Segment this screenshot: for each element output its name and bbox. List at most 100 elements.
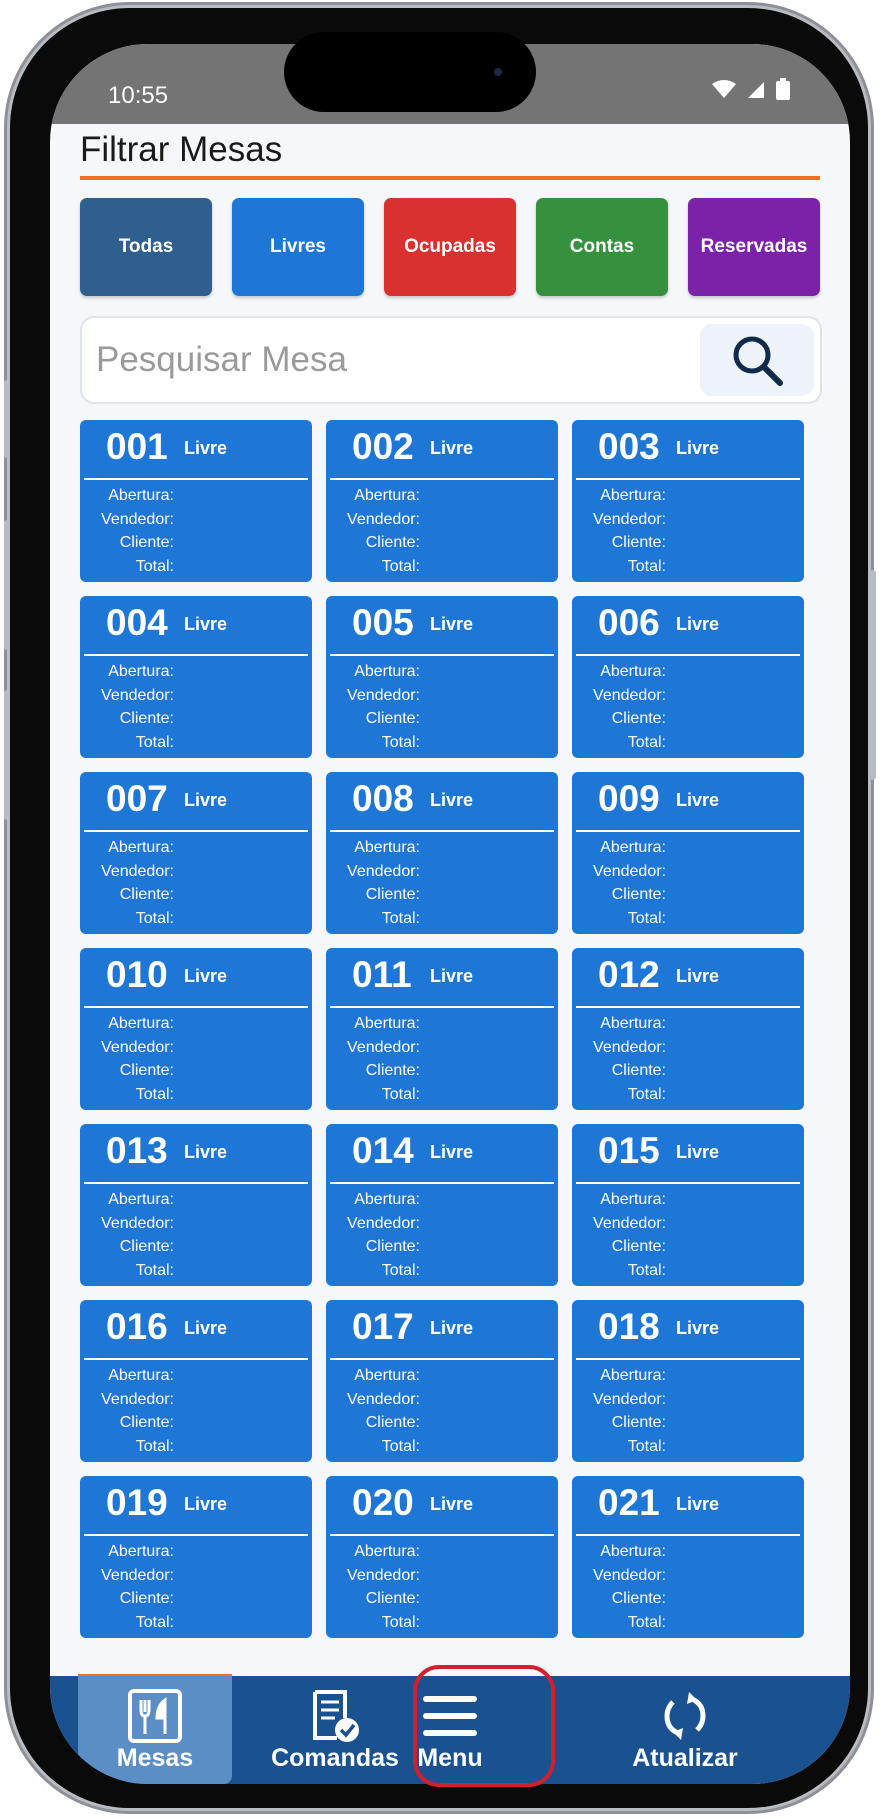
card-fields: Abertura: Vendedor: Cliente: Total: <box>347 660 420 754</box>
filter-livres-button[interactable]: Livres <box>232 198 364 296</box>
table-number: 021 <box>598 1482 660 1523</box>
table-card[interactable]: 009 Livre Abertura: Vendedor: Cliente: Total: <box>572 772 804 934</box>
card-divider <box>330 830 554 832</box>
table-card[interactable]: 001 Livre Abertura: Vendedor: Cliente: Total: <box>80 420 312 582</box>
table-card[interactable]: 013 Livre Abertura: Vendedor: Cliente: Total: <box>80 1124 312 1286</box>
table-card[interactable]: 014 Livre Abertura: Vendedor: Cliente: Total: <box>326 1124 558 1286</box>
field-total: Total: <box>135 557 174 575</box>
card-divider <box>84 654 308 656</box>
field-total: Total: <box>135 1613 174 1631</box>
nav-atualizar[interactable]: Atualizar <box>580 1676 790 1784</box>
field-vendedor: Vendedor: <box>593 510 666 528</box>
filter-todas-button[interactable]: Todas <box>80 198 212 296</box>
card-divider <box>84 1358 308 1360</box>
field-vendedor: Vendedor: <box>593 1038 666 1056</box>
field-vendedor: Vendedor: <box>593 686 666 704</box>
field-vendedor: Vendedor: <box>101 1390 174 1408</box>
filter-ocupadas-button[interactable]: Ocupadas <box>384 198 516 296</box>
field-vendedor: Vendedor: <box>347 686 420 704</box>
table-number: 008 <box>352 778 414 819</box>
table-card[interactable]: 006 Livre Abertura: Vendedor: Cliente: Total: <box>572 596 804 758</box>
field-abertura: Abertura: <box>354 1367 420 1384</box>
table-card[interactable]: 008 Livre Abertura: Vendedor: Cliente: Total: <box>326 772 558 934</box>
table-number: 005 <box>352 602 414 643</box>
field-cliente: Cliente: <box>611 1062 666 1079</box>
app-screen: 10:55 Filtrar Mesas Todas Livres Ocupadas C… <box>50 44 850 1784</box>
field-total: Total: <box>627 1261 666 1279</box>
table-card[interactable]: 007 Livre Abertura: Vendedor: Cliente: Total: <box>80 772 312 934</box>
field-vendedor: Vendedor: <box>593 1566 666 1584</box>
field-abertura: Abertura: <box>354 1191 420 1208</box>
filter-reservadas-button[interactable]: Reservadas <box>688 198 820 296</box>
field-vendedor: Vendedor: <box>347 862 420 880</box>
card-fields: Abertura: Vendedor: Cliente: Total: <box>347 484 420 578</box>
nav-mesas[interactable]: Mesas <box>78 1676 232 1784</box>
card-divider <box>576 830 800 832</box>
field-cliente: Cliente: <box>611 1414 666 1431</box>
field-vendedor: Vendedor: <box>101 686 174 704</box>
field-cliente: Cliente: <box>365 886 420 903</box>
table-number: 014 <box>352 1130 414 1171</box>
card-fields: Abertura: Vendedor: Cliente: Total: <box>101 1540 174 1634</box>
table-card[interactable]: 021 Livre Abertura: Vendedor: Cliente: Total: <box>572 1476 804 1638</box>
table-card[interactable]: 005 Livre Abertura: Vendedor: Cliente: Total: <box>326 596 558 758</box>
table-card[interactable]: 017 Livre Abertura: Vendedor: Cliente: Total: <box>326 1300 558 1462</box>
table-card[interactable]: 002 Livre Abertura: Vendedor: Cliente: Total: <box>326 420 558 582</box>
table-card[interactable]: 015 Livre Abertura: Vendedor: Cliente: Total: <box>572 1124 804 1286</box>
field-cliente: Cliente: <box>611 1590 666 1607</box>
table-card[interactable]: 011 Livre Abertura: Vendedor: Cliente: Total: <box>326 948 558 1110</box>
field-cliente: Cliente: <box>611 534 666 551</box>
filter-contas-button[interactable]: Contas <box>536 198 668 296</box>
table-card[interactable]: 004 Livre Abertura: Vendedor: Cliente: Total: <box>80 596 312 758</box>
field-total: Total: <box>381 733 420 751</box>
table-status: Livre <box>184 966 228 986</box>
card-divider <box>84 478 308 480</box>
field-cliente: Cliente: <box>611 886 666 903</box>
field-cliente: Cliente: <box>611 1238 666 1255</box>
receipt-check-icon <box>313 1690 359 1742</box>
table-card[interactable]: 003 Livre Abertura: Vendedor: Cliente: Total: <box>572 420 804 582</box>
table-status: Livre <box>184 438 228 458</box>
card-fields: Abertura: Vendedor: Cliente: Total: <box>101 836 174 930</box>
nav-atualizar-label: Atualizar <box>632 1744 738 1772</box>
table-number: 017 <box>352 1306 414 1347</box>
search-input[interactable] <box>94 326 698 394</box>
card-divider <box>330 1534 554 1536</box>
field-abertura: Abertura: <box>600 839 666 856</box>
field-vendedor: Vendedor: <box>101 1566 174 1584</box>
field-vendedor: Vendedor: <box>101 1038 174 1056</box>
table-card[interactable]: 012 Livre Abertura: Vendedor: Cliente: Total: <box>572 948 804 1110</box>
card-fields: Abertura: Vendedor: Cliente: Total: <box>101 1364 174 1458</box>
field-cliente: Cliente: <box>365 1238 420 1255</box>
field-total: Total: <box>381 1437 420 1455</box>
field-cliente: Cliente: <box>365 1062 420 1079</box>
page-title: Filtrar Mesas <box>80 130 283 169</box>
field-cliente: Cliente: <box>119 1238 174 1255</box>
table-card[interactable]: 016 Livre Abertura: Vendedor: Cliente: Total: <box>80 1300 312 1462</box>
field-cliente: Cliente: <box>119 886 174 903</box>
field-total: Total: <box>135 1085 174 1103</box>
table-number: 019 <box>106 1482 168 1523</box>
table-status: Livre <box>430 1142 474 1162</box>
title-underline <box>80 176 820 180</box>
field-vendedor: Vendedor: <box>101 1214 174 1232</box>
table-status: Livre <box>676 790 720 810</box>
field-cliente: Cliente: <box>365 710 420 727</box>
field-vendedor: Vendedor: <box>347 1214 420 1232</box>
table-card[interactable]: 010 Livre Abertura: Vendedor: Cliente: Total: <box>80 948 312 1110</box>
card-fields: Abertura: Vendedor: Cliente: Total: <box>347 1012 420 1106</box>
signal-icon <box>748 82 764 98</box>
field-abertura: Abertura: <box>600 487 666 504</box>
table-card[interactable]: 019 Livre Abertura: Vendedor: Cliente: Total: <box>80 1476 312 1638</box>
card-divider <box>576 1358 800 1360</box>
card-fields: Abertura: Vendedor: Cliente: Total: <box>101 660 174 754</box>
field-total: Total: <box>627 1437 666 1455</box>
card-fields: Abertura: Vendedor: Cliente: Total: <box>593 836 666 930</box>
table-number: 003 <box>598 426 660 467</box>
table-card[interactable]: 018 Livre Abertura: Vendedor: Cliente: Total: <box>572 1300 804 1462</box>
field-total: Total: <box>381 557 420 575</box>
card-fields: Abertura: Vendedor: Cliente: Total: <box>593 1540 666 1634</box>
search-button[interactable] <box>700 324 814 396</box>
table-card[interactable]: 020 Livre Abertura: Vendedor: Cliente: Total: <box>326 1476 558 1638</box>
tables-grid: 001 Livre Abertura: Vendedor: Cliente: Total:… <box>80 420 804 1638</box>
